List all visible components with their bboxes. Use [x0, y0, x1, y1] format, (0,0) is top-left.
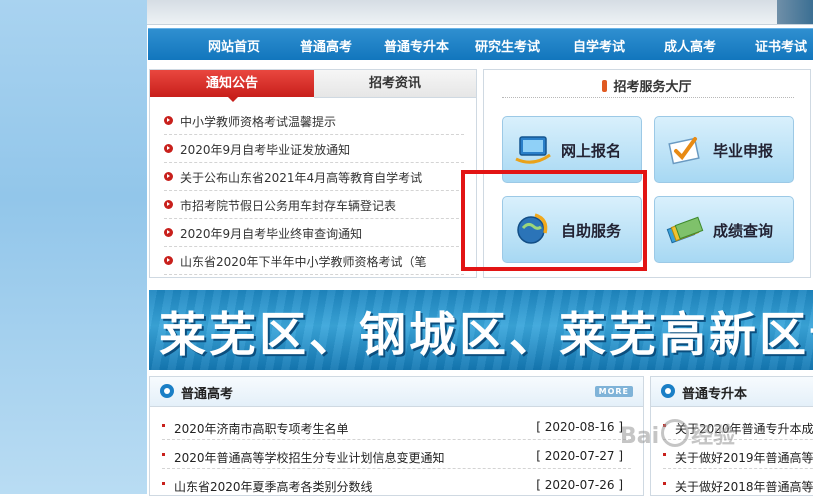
- list-item[interactable]: 关于公布山东省2021年4月高等教育自学考试: [164, 168, 464, 191]
- highlight-box: [461, 170, 647, 271]
- red-bullet-icon: [164, 144, 173, 153]
- main-nav: 网站首页 普通高考 普通专升本 研究生考试 自学考试 成人高考 证书考试: [148, 28, 813, 60]
- row-title: 关于做好2018年普通高等: [675, 480, 813, 494]
- gaokao-panel-title: 普通高考: [181, 387, 234, 402]
- zhuanshengben-panel-title: 普通专升本: [682, 387, 748, 402]
- red-bullet-icon: [164, 256, 173, 265]
- register-monitor-icon: [515, 136, 551, 164]
- red-bullet-icon: [164, 172, 173, 181]
- list-item[interactable]: 2020年9月自考毕业证发放通知: [164, 140, 464, 163]
- list-item[interactable]: 2020年9月自考毕业终审查询通知: [164, 224, 464, 247]
- table-row[interactable]: 2020年普通高等学校招生分专业计划信息变更通知 [ 2020-07-27 ]: [162, 446, 631, 469]
- service-hall-title-text: 招考服务大厅: [613, 80, 692, 95]
- list-item-text: 2020年9月自考毕业终审查询通知: [180, 227, 363, 241]
- graduation-application-button[interactable]: 毕业申报: [654, 116, 794, 183]
- graduation-application-label: 毕业申报: [713, 142, 774, 160]
- nav-item-zhuanshengben[interactable]: 普通专升本: [384, 36, 449, 55]
- red-bullet-icon: [663, 482, 666, 485]
- list-item-text: 中小学教师资格考试温馨提示: [180, 115, 337, 129]
- tab-pointer: [228, 97, 238, 102]
- nav-item-self-study[interactable]: 自学考试: [573, 36, 625, 55]
- row-date: [ 2020-08-16 ]: [536, 420, 623, 434]
- watermark-logo: Bai 经验: [620, 418, 810, 458]
- table-row[interactable]: 关于做好2018年普通高等: [663, 475, 813, 495]
- nav-item-adult[interactable]: 成人高考: [664, 36, 716, 55]
- more-link[interactable]: MORE: [594, 386, 633, 397]
- table-row[interactable]: 2020年济南市高职专项考生名单 [ 2020-08-16 ]: [162, 417, 631, 440]
- red-bullet-icon: [164, 228, 173, 237]
- list-item-text: 市招考院节假日公务用车封存车辆登记表: [180, 199, 397, 213]
- row-date: [ 2020-07-26 ]: [536, 478, 623, 492]
- info-circle-icon: [661, 384, 675, 398]
- list-item[interactable]: 中小学教师资格考试温馨提示: [164, 112, 464, 135]
- red-bullet-icon: [164, 200, 173, 209]
- banner-text: 莱芜区、钢城区、莱芜高新区普通高中及: [159, 308, 813, 363]
- list-item-text: 山东省2020年下半年中小学教师资格考试（笔: [180, 255, 427, 269]
- top-banner: [147, 0, 813, 25]
- red-bullet-icon: [164, 116, 173, 125]
- left-background-strip: [0, 0, 147, 494]
- row-title: 2020年济南市高职专项考生名单: [174, 422, 349, 436]
- list-item[interactable]: 市招考院节假日公务用车封存车辆登记表: [164, 196, 464, 219]
- row-date: [ 2020-07-27 ]: [536, 449, 623, 463]
- red-bullet-icon: [162, 424, 165, 427]
- gaokao-panel-header: 普通高考 MORE: [150, 377, 643, 407]
- paw-icon: [661, 419, 690, 447]
- divider: [502, 97, 794, 98]
- info-circle-icon: [160, 384, 174, 398]
- graduation-check-icon: [668, 137, 700, 165]
- notice-panel: 通知公告 招考资讯 中小学教师资格考试温馨提示 2020年9月自考毕业证发放通知…: [149, 69, 477, 278]
- nav-item-gaokao[interactable]: 普通高考: [300, 36, 352, 55]
- row-title: 山东省2020年夏季高考各类别分数线: [174, 480, 373, 494]
- tab-news[interactable]: 招考资讯: [314, 70, 476, 98]
- nav-item-graduate[interactable]: 研究生考试: [475, 36, 540, 55]
- tab-notice-label: 通知公告: [205, 76, 258, 91]
- tab-notice[interactable]: 通知公告: [150, 70, 314, 102]
- banner-decoration: [777, 0, 813, 24]
- gaokao-panel: 普通高考 MORE 2020年济南市高职专项考生名单 [ 2020-08-16 ]…: [149, 376, 644, 496]
- nav-item-certificate[interactable]: 证书考试: [755, 36, 807, 55]
- service-hall-title: 招考服务大厅: [484, 76, 810, 95]
- row-title: 2020年普通高等学校招生分专业计划信息变更通知: [174, 451, 445, 465]
- score-query-label: 成绩查询: [713, 222, 774, 240]
- red-bullet-icon: [162, 453, 165, 456]
- score-cards-icon: [666, 216, 704, 244]
- zhuanshengben-panel-header: 普通专升本: [651, 377, 813, 407]
- list-item-text: 关于公布山东省2021年4月高等教育自学考试: [180, 171, 423, 185]
- announcement-banner[interactable]: 莱芜区、钢城区、莱芜高新区普通高中及: [149, 290, 813, 370]
- title-marker-icon: [602, 80, 608, 92]
- table-row[interactable]: 山东省2020年夏季高考各类别分数线 [ 2020-07-26 ]: [162, 475, 631, 495]
- red-bullet-icon: [162, 482, 165, 485]
- list-item[interactable]: 山东省2020年下半年中小学教师资格考试（笔: [164, 252, 464, 275]
- score-query-button[interactable]: 成绩查询: [654, 196, 794, 263]
- nav-item-home[interactable]: 网站首页: [208, 36, 260, 55]
- list-item-text: 2020年9月自考毕业证发放通知: [180, 143, 351, 157]
- online-registration-label: 网上报名: [561, 142, 622, 160]
